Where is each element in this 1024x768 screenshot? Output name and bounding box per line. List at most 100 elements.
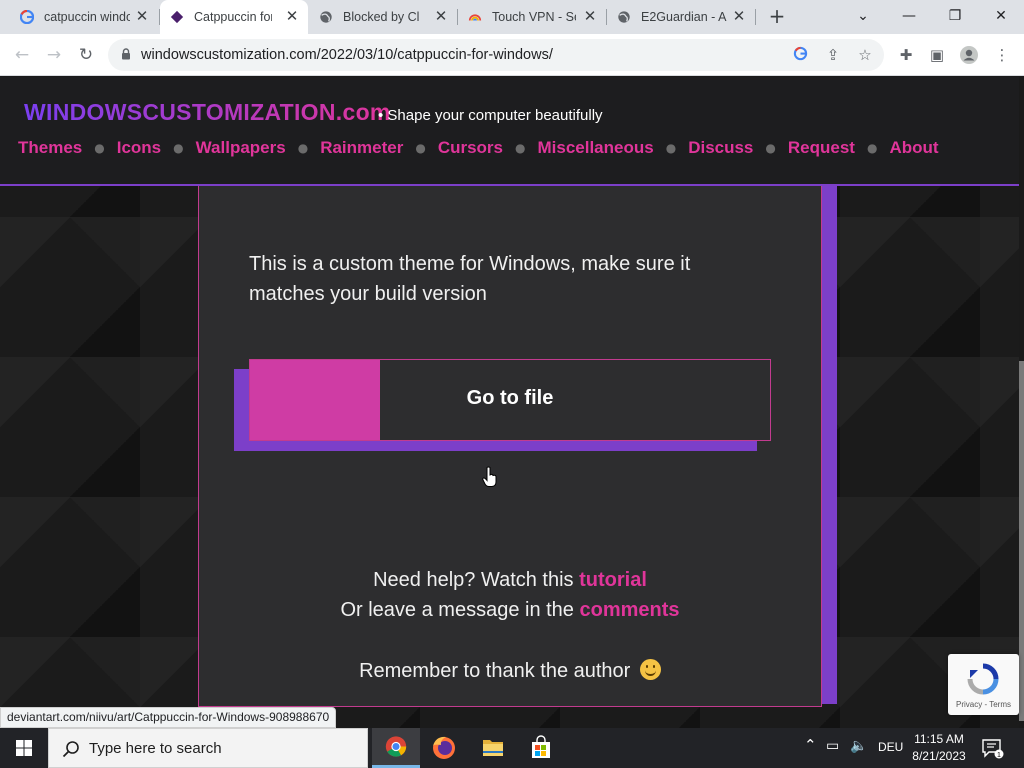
recaptcha-icon bbox=[967, 663, 999, 695]
input-language[interactable]: DEU bbox=[878, 740, 903, 754]
site-nav: Themes ● Icons ● Wallpapers ● Rainmeter ● Cu… bbox=[18, 138, 939, 158]
nav-miscellaneous[interactable]: Miscellaneous bbox=[537, 138, 653, 158]
google-lens-icon[interactable] bbox=[791, 46, 809, 64]
close-icon[interactable]: ✕ bbox=[134, 8, 150, 24]
browser-toolbar: ← → ↻ windowscustomization.com/2022/03/1… bbox=[0, 34, 1024, 76]
clock-date: 8/21/2023 bbox=[912, 749, 966, 763]
start-button[interactable] bbox=[0, 728, 48, 768]
thanks-line: Remember to thank the author bbox=[199, 659, 821, 683]
site-header: WINDOWSCUSTOMIZATION.com • Shape your co… bbox=[0, 77, 1019, 186]
comments-link[interactable]: comments bbox=[580, 599, 680, 621]
globe-icon bbox=[320, 11, 332, 23]
nav-cursors[interactable]: Cursors bbox=[438, 138, 503, 158]
recaptcha-badge[interactable]: Privacy - Terms bbox=[948, 654, 1019, 715]
clock-time: 11:15 AM bbox=[914, 732, 964, 746]
minimize-button[interactable]: — bbox=[894, 4, 924, 28]
site-logo[interactable]: WINDOWSCUSTOMIZATION.com bbox=[24, 99, 391, 126]
tab-e2guardian[interactable]: E2Guardian - Access ✕ bbox=[607, 0, 755, 34]
nav-separator: ● bbox=[665, 141, 677, 155]
taskbar-chrome[interactable] bbox=[372, 728, 420, 768]
tray-chevron-up-icon[interactable]: ⌃ bbox=[804, 736, 817, 754]
google-icon bbox=[793, 46, 807, 61]
address-bar[interactable]: windowscustomization.com/2022/03/10/catp… bbox=[108, 39, 884, 71]
folder-icon bbox=[483, 740, 503, 756]
close-icon[interactable]: ✕ bbox=[284, 8, 300, 24]
close-icon[interactable]: ✕ bbox=[731, 8, 747, 24]
windows-taskbar: Type here to search ⌃ ▭ 🔈 DEU 11:15 AM 8… bbox=[0, 728, 1024, 768]
site-tagline: • Shape your computer beautifully bbox=[378, 107, 603, 124]
windowscustomization-icon bbox=[170, 10, 184, 24]
nav-separator: ● bbox=[765, 141, 776, 155]
taskbar-microsoft-store[interactable] bbox=[517, 728, 565, 768]
tab-blocked-by-cloudflare[interactable]: Blocked by Cloudflare ✕ bbox=[309, 0, 457, 34]
tab-catpuccin-search[interactable]: catpuccin windows ✕ bbox=[0, 0, 158, 34]
card-shadow bbox=[822, 186, 837, 704]
nav-about[interactable]: About bbox=[889, 138, 938, 158]
recaptcha-links[interactable]: Privacy - Terms bbox=[948, 700, 1019, 709]
google-icon bbox=[20, 10, 34, 24]
nav-icons[interactable]: Icons bbox=[117, 138, 161, 158]
thanks-text: Remember to thank the author bbox=[359, 660, 631, 682]
nav-separator: ● bbox=[415, 141, 426, 155]
nav-discuss[interactable]: Discuss bbox=[688, 138, 753, 158]
volume-icon[interactable]: 🔈 bbox=[850, 737, 867, 754]
side-panel-icon[interactable]: ▣ bbox=[927, 45, 947, 65]
search-icon bbox=[62, 741, 79, 758]
tab-title: catpuccin windows bbox=[44, 10, 130, 24]
nav-rainmeter[interactable]: Rainmeter bbox=[320, 138, 403, 158]
search-placeholder: Type here to search bbox=[89, 740, 222, 757]
page-scrollbar-thumb[interactable] bbox=[1019, 361, 1024, 721]
comment-prefix-text: Or leave a message in the bbox=[340, 599, 574, 621]
back-arrow-icon[interactable]: ← bbox=[10, 43, 34, 67]
taskbar-file-explorer[interactable] bbox=[469, 728, 517, 768]
hand-pointer-cursor-icon bbox=[482, 466, 497, 487]
tab-title: Blocked by Cloudflare bbox=[343, 10, 419, 24]
nav-separator: ● bbox=[94, 141, 105, 155]
touchvpn-icon bbox=[468, 14, 482, 21]
help-prefix-text: Need help? Watch this bbox=[373, 569, 574, 591]
nav-wallpapers[interactable]: Wallpapers bbox=[196, 138, 286, 158]
windows-logo-icon bbox=[16, 740, 32, 756]
link-status-bubble: deviantart.com/niivu/art/Catppuccin-for-… bbox=[0, 707, 337, 728]
extensions-puzzle-icon[interactable]: ✚ bbox=[896, 45, 916, 65]
globe-icon bbox=[618, 11, 630, 23]
tab-divider bbox=[755, 9, 756, 25]
go-to-file-button[interactable]: Go to file bbox=[249, 359, 771, 441]
more-menu-icon[interactable]: ⋮ bbox=[992, 45, 1012, 65]
tab-title: E2Guardian - Access bbox=[641, 10, 727, 24]
taskbar-search-box[interactable]: Type here to search bbox=[48, 728, 368, 768]
nav-themes[interactable]: Themes bbox=[18, 138, 82, 158]
firefox-icon bbox=[433, 736, 455, 759]
tab-catppuccin-for-windows[interactable]: Catppuccin for Windows ✕ bbox=[160, 0, 308, 34]
profile-avatar-icon[interactable] bbox=[959, 45, 979, 65]
nav-separator: ● bbox=[297, 141, 309, 155]
url-text[interactable]: windowscustomization.com/2022/03/10/catp… bbox=[141, 47, 553, 63]
notification-speech-icon: 1 bbox=[982, 739, 1004, 759]
new-tab-button[interactable]: + bbox=[766, 5, 788, 27]
network-icon[interactable]: ▭ bbox=[826, 737, 839, 754]
close-icon[interactable]: ✕ bbox=[433, 8, 449, 24]
lock-icon[interactable] bbox=[121, 48, 131, 60]
restore-button[interactable]: ❐ bbox=[940, 4, 970, 28]
web-page: WINDOWSCUSTOMIZATION.com • Shape your co… bbox=[0, 77, 1024, 728]
close-icon[interactable]: ✕ bbox=[582, 8, 598, 24]
bookmark-star-icon[interactable]: ☆ bbox=[856, 46, 874, 64]
system-clock[interactable]: 11:15 AM 8/21/2023 bbox=[908, 731, 970, 765]
notification-count: 1 bbox=[997, 752, 1001, 759]
tab-touch-vpn[interactable]: Touch VPN - Secure ✕ bbox=[458, 0, 606, 34]
tab-title: Catppuccin for Windows bbox=[194, 10, 272, 24]
go-to-file-label: Go to file bbox=[466, 387, 554, 409]
tutorial-link[interactable]: tutorial bbox=[579, 569, 647, 591]
nav-request[interactable]: Request bbox=[788, 138, 855, 158]
taskbar-firefox[interactable] bbox=[420, 728, 468, 768]
nav-separator: ● bbox=[866, 141, 878, 155]
store-bag-icon bbox=[532, 735, 550, 758]
avatar-icon bbox=[960, 46, 978, 64]
help-line: Need help? Watch this tutorial bbox=[199, 569, 821, 592]
reload-icon[interactable]: ↻ bbox=[74, 43, 98, 67]
share-icon[interactable]: ⇪ bbox=[824, 46, 842, 64]
notification-center-button[interactable]: 1 bbox=[980, 736, 1004, 760]
tab-search-chevron-down-icon[interactable]: ⌄ bbox=[848, 4, 878, 28]
forward-arrow-icon[interactable]: → bbox=[42, 43, 66, 67]
close-window-button[interactable]: ✕ bbox=[986, 4, 1016, 28]
